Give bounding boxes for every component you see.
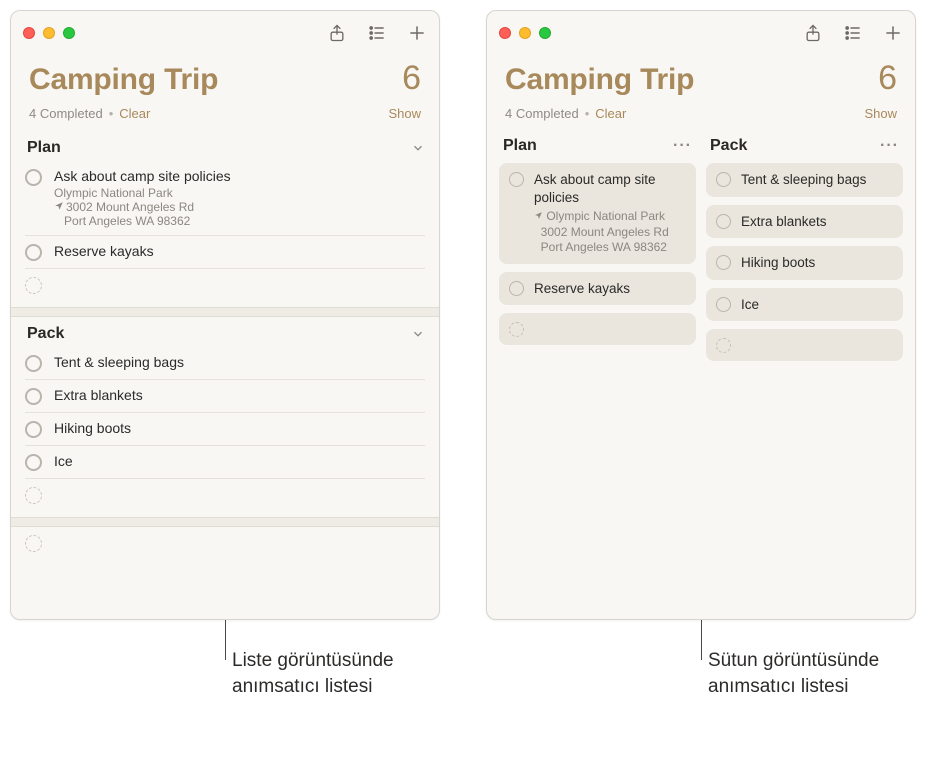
reminder-title: Ask about camp site policies [534, 171, 686, 206]
reminder-title: Extra blankets [54, 387, 425, 403]
location-icon [54, 200, 64, 214]
new-reminder-placeholder[interactable] [25, 269, 425, 301]
item-count: 6 [402, 59, 421, 98]
list-title: Camping Trip [29, 63, 402, 97]
reminder-title: Hiking boots [741, 254, 893, 272]
chevron-down-icon[interactable] [411, 141, 425, 155]
reminder-item[interactable]: Hiking boots [25, 413, 425, 446]
reminder-title: Ice [54, 453, 425, 469]
chevron-down-icon[interactable] [411, 327, 425, 341]
section-divider [11, 517, 439, 527]
complete-toggle[interactable] [509, 281, 524, 296]
column-pack: Pack ··· Tent & sleeping bags Extra blan… [706, 131, 903, 369]
reminder-title: Reserve kayaks [54, 243, 425, 259]
location-icon [534, 209, 546, 223]
complete-toggle[interactable] [716, 297, 731, 312]
column-heading-pack[interactable]: Pack ··· [706, 131, 903, 163]
reminder-item[interactable]: Tent & sleeping bags [25, 347, 425, 380]
new-reminder-placeholder[interactable] [25, 527, 425, 559]
window-controls [23, 27, 75, 39]
complete-toggle [25, 277, 42, 294]
complete-toggle [25, 487, 42, 504]
minimize-window-button[interactable] [519, 27, 531, 39]
column-title: Pack [710, 137, 747, 155]
complete-toggle[interactable] [25, 454, 42, 471]
reminder-item[interactable]: Reserve kayaks [25, 236, 425, 269]
window-titlebar [11, 11, 439, 55]
new-reminder-placeholder[interactable] [25, 479, 425, 511]
close-window-button[interactable] [23, 27, 35, 39]
reminder-title: Tent & sleeping bags [54, 354, 425, 370]
window-controls [499, 27, 551, 39]
callout-list-view: Liste görüntüsünde anımsatıcı listesi [232, 648, 452, 699]
complete-toggle[interactable] [25, 421, 42, 438]
zoom-window-button[interactable] [539, 27, 551, 39]
minimize-window-button[interactable] [43, 27, 55, 39]
complete-toggle[interactable] [716, 172, 731, 187]
item-count: 6 [878, 59, 897, 98]
reminder-title: Hiking boots [54, 420, 425, 436]
column-heading-plan[interactable]: Plan ··· [499, 131, 696, 163]
show-completed-button[interactable]: Show [388, 106, 421, 121]
reminder-location: Olympic National Park 3002 Mount Angeles… [54, 186, 425, 228]
callout-leader-line [225, 620, 226, 660]
callout-leader-line [701, 620, 702, 660]
complete-toggle [716, 338, 731, 353]
completed-count: 4 Completed [29, 106, 103, 121]
new-reminder-placeholder[interactable] [706, 329, 903, 361]
reminders-window-list: Camping Trip 6 4 Completed • Clear Show … [10, 10, 440, 620]
zoom-window-button[interactable] [63, 27, 75, 39]
list-title: Camping Trip [505, 63, 878, 97]
callout-column-view: Sütun görüntüsünde anımsatıcı listesi [708, 648, 918, 699]
share-icon[interactable] [327, 22, 347, 44]
reminder-title: Ice [741, 296, 893, 314]
list-view-icon[interactable] [843, 22, 863, 44]
completed-count: 4 Completed [505, 106, 579, 121]
reminder-location: Olympic National Park 3002 Mount Angeles… [534, 209, 686, 256]
complete-toggle[interactable] [25, 169, 42, 186]
reminder-card[interactable]: Ask about camp site policies Olympic Nat… [499, 163, 696, 264]
section-heading-pack[interactable]: Pack [11, 317, 439, 347]
clear-completed-button[interactable]: Clear [595, 106, 626, 121]
section-heading-plan[interactable]: Plan [11, 131, 439, 161]
clear-completed-button[interactable]: Clear [119, 106, 150, 121]
column-title: Plan [503, 137, 537, 155]
reminder-card[interactable]: Reserve kayaks [499, 272, 696, 306]
reminder-item[interactable]: Extra blankets [25, 380, 425, 413]
reminder-item[interactable]: Ask about camp site policies Olympic Nat… [25, 161, 425, 236]
reminders-window-columns: Camping Trip 6 4 Completed • Clear Show … [486, 10, 916, 620]
complete-toggle[interactable] [716, 214, 731, 229]
complete-toggle[interactable] [509, 172, 524, 187]
more-icon[interactable]: ··· [673, 137, 692, 155]
close-window-button[interactable] [499, 27, 511, 39]
more-icon[interactable]: ··· [880, 137, 899, 155]
list-view-icon[interactable] [367, 22, 387, 44]
section-divider [11, 307, 439, 317]
reminder-card[interactable]: Tent & sleeping bags [706, 163, 903, 197]
reminder-card[interactable]: Ice [706, 288, 903, 322]
reminder-card[interactable]: Hiking boots [706, 246, 903, 280]
complete-toggle [25, 535, 42, 552]
reminder-card[interactable]: Extra blankets [706, 205, 903, 239]
reminder-item[interactable]: Ice [25, 446, 425, 479]
show-completed-button[interactable]: Show [864, 106, 897, 121]
reminder-title: Extra blankets [741, 213, 893, 231]
window-titlebar [487, 11, 915, 55]
column-plan: Plan ··· Ask about camp site policies Ol… [499, 131, 696, 369]
reminder-title: Reserve kayaks [534, 280, 686, 298]
reminder-title: Tent & sleeping bags [741, 171, 893, 189]
complete-toggle [509, 322, 524, 337]
section-title: Plan [27, 139, 61, 157]
new-reminder-placeholder[interactable] [499, 313, 696, 345]
add-icon[interactable] [883, 22, 903, 44]
complete-toggle[interactable] [25, 355, 42, 372]
section-title: Pack [27, 325, 64, 343]
share-icon[interactable] [803, 22, 823, 44]
complete-toggle[interactable] [25, 388, 42, 405]
reminder-title: Ask about camp site policies [54, 168, 425, 184]
add-icon[interactable] [407, 22, 427, 44]
complete-toggle[interactable] [716, 255, 731, 270]
complete-toggle[interactable] [25, 244, 42, 261]
